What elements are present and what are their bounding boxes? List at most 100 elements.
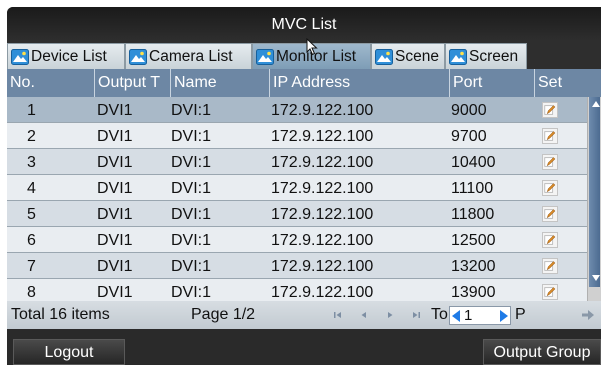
table-row[interactable]: 8 DVI1 DVI:1 172.9.122.100 13900 <box>7 279 587 301</box>
tab-label: Camera List <box>149 47 233 65</box>
cell-no: 1 <box>27 102 36 119</box>
cell-output-type: DVI1 <box>97 154 133 171</box>
page-increment-icon[interactable] <box>500 310 508 322</box>
tab-screen[interactable]: Screen <box>445 43 527 69</box>
cell-output-type: DVI1 <box>97 232 133 249</box>
cell-output-type: DVI1 <box>97 258 133 275</box>
window-title: MVC List <box>7 7 601 41</box>
pencil-edit-icon <box>544 131 556 141</box>
camera-list-icon <box>129 48 147 65</box>
table-row[interactable]: 3 DVI1 DVI:1 172.9.122.100 10400 <box>7 149 587 175</box>
edit-button[interactable] <box>542 180 558 196</box>
col-port-header[interactable]: Port <box>449 69 534 97</box>
goto-label: To <box>431 306 448 323</box>
col-output-type-header[interactable]: Output T <box>94 69 170 97</box>
mvc-list-window: MVC List Device List Camera List Monitor L… <box>7 7 601 365</box>
edit-button[interactable] <box>542 154 558 170</box>
pagination-bar: Total 16 items Page 1/2 To 1 P <box>7 301 601 329</box>
cell-ip-address: 172.9.122.100 <box>271 284 374 301</box>
tab-camera-list[interactable]: Camera List <box>125 43 252 69</box>
cell-no: 3 <box>27 154 36 171</box>
tab-bar: Device List Camera List Monitor List Scene S… <box>7 41 601 69</box>
tab-label: Scene <box>395 47 439 65</box>
cell-ip-address: 172.9.122.100 <box>271 258 374 275</box>
table-row[interactable]: 5 DVI1 DVI:1 172.9.122.100 11800 <box>7 201 587 227</box>
tab-label: Screen <box>469 47 519 65</box>
cell-ip-address: 172.9.122.100 <box>271 102 374 119</box>
col-ip-address-header[interactable]: IP Address <box>269 69 449 97</box>
cell-ip-address: 172.9.122.100 <box>271 128 374 145</box>
pencil-edit-icon <box>544 287 556 297</box>
col-name-header[interactable]: Name <box>170 69 269 97</box>
cell-no: 2 <box>27 128 36 145</box>
cell-port: 13200 <box>451 258 496 275</box>
table-row[interactable]: 1 DVI1 DVI:1 172.9.122.100 9000 <box>7 97 587 123</box>
bottom-toolbar: Logout Output Group <box>7 329 601 365</box>
edit-button[interactable] <box>542 206 558 222</box>
edit-button[interactable] <box>542 258 558 274</box>
output-group-button[interactable]: Output Group <box>483 339 601 365</box>
pencil-edit-icon <box>544 157 556 167</box>
cell-name: DVI:1 <box>171 180 212 197</box>
cell-no: 8 <box>27 284 36 301</box>
goto-page-value: 1 <box>464 307 473 324</box>
cell-output-type: DVI1 <box>97 206 133 223</box>
goto-suffix: P <box>515 306 526 323</box>
logout-button[interactable]: Logout <box>13 339 125 365</box>
screen-icon <box>449 48 467 65</box>
table-row[interactable]: 6 DVI1 DVI:1 172.9.122.100 12500 <box>7 227 587 253</box>
cell-name: DVI:1 <box>171 284 212 301</box>
table-row[interactable]: 7 DVI1 DVI:1 172.9.122.100 13200 <box>7 253 587 279</box>
first-page-icon[interactable] <box>333 310 343 320</box>
cell-port: 13900 <box>451 284 496 301</box>
page-decrement-icon[interactable] <box>452 310 460 322</box>
cell-output-type: DVI1 <box>97 284 133 301</box>
table-header: No. Output T Name IP Address Port Set <box>7 69 601 97</box>
edit-button[interactable] <box>542 284 558 300</box>
tab-label: Device List <box>31 47 107 65</box>
cell-port: 10400 <box>451 154 496 171</box>
cell-port: 12500 <box>451 232 496 249</box>
cell-ip-address: 172.9.122.100 <box>271 180 374 197</box>
col-set-header[interactable]: Set <box>534 69 587 97</box>
last-page-icon[interactable] <box>411 310 421 320</box>
scrollbar-thumb[interactable] <box>589 97 600 287</box>
vertical-scrollbar[interactable] <box>587 97 601 301</box>
tab-scene[interactable]: Scene <box>371 43 445 69</box>
goto-page-input[interactable]: 1 <box>449 306 511 325</box>
table-row[interactable]: 4 DVI1 DVI:1 172.9.122.100 11100 <box>7 175 587 201</box>
previous-page-icon[interactable] <box>359 310 369 320</box>
page-indicator: Page 1/2 <box>191 306 256 323</box>
go-arrow-icon[interactable] <box>581 309 595 321</box>
pencil-edit-icon <box>544 183 556 193</box>
scroll-up-arrow-icon[interactable] <box>592 101 600 107</box>
total-items: Total 16 items <box>11 306 110 323</box>
cell-port: 9700 <box>451 128 487 145</box>
cell-name: DVI:1 <box>171 206 212 223</box>
scroll-down-arrow-icon[interactable] <box>592 275 600 281</box>
next-page-icon[interactable] <box>385 310 395 320</box>
edit-button[interactable] <box>542 128 558 144</box>
cell-output-type: DVI1 <box>97 128 133 145</box>
cell-port: 11800 <box>451 206 495 223</box>
edit-button[interactable] <box>542 102 558 118</box>
cell-ip-address: 172.9.122.100 <box>271 154 374 171</box>
table-row[interactable]: 2 DVI1 DVI:1 172.9.122.100 9700 <box>7 123 587 149</box>
cell-no: 4 <box>27 180 36 197</box>
cell-output-type: DVI1 <box>97 102 133 119</box>
edit-button[interactable] <box>542 232 558 248</box>
tab-device-list[interactable]: Device List <box>7 43 125 69</box>
pencil-edit-icon <box>544 235 556 245</box>
cell-port: 11100 <box>451 180 494 197</box>
device-list-icon <box>11 48 29 65</box>
cell-name: DVI:1 <box>171 258 212 275</box>
cell-ip-address: 172.9.122.100 <box>271 232 374 249</box>
mouse-cursor-icon <box>306 38 318 56</box>
monitor-list-icon <box>256 48 274 65</box>
col-no-header[interactable]: No. <box>7 69 94 97</box>
monitor-table: No. Output T Name IP Address Port Set 1 DVI1 DV… <box>7 69 601 301</box>
cell-output-type: DVI1 <box>97 180 133 197</box>
cell-no: 5 <box>27 206 36 223</box>
cell-name: DVI:1 <box>171 154 212 171</box>
cell-name: DVI:1 <box>171 128 212 145</box>
